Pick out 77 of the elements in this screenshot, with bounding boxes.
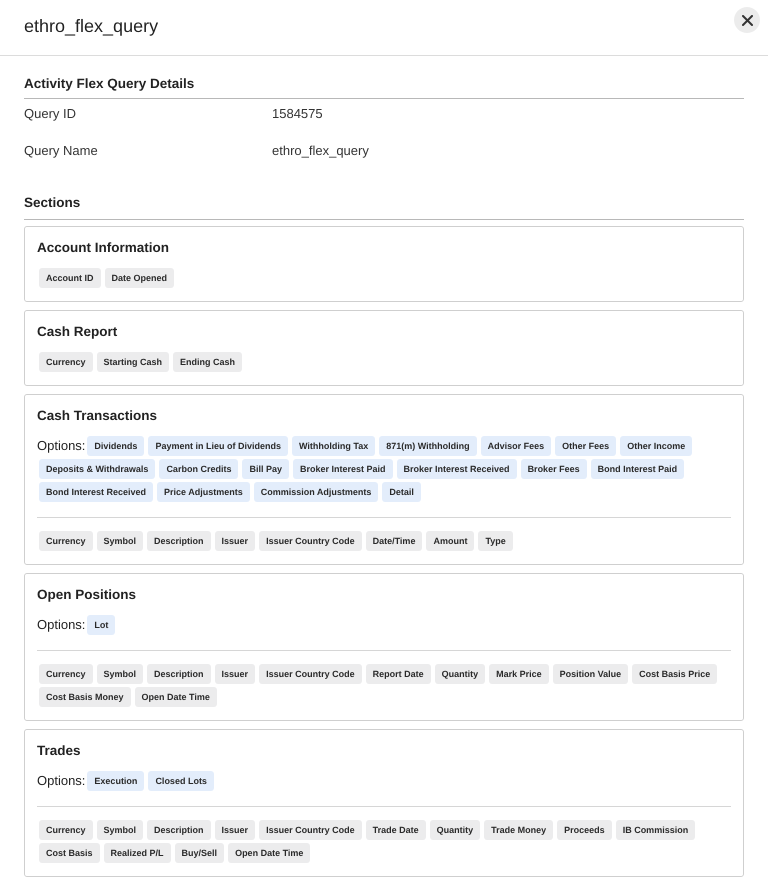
field-label: Query ID	[24, 106, 78, 120]
field-tag: Currency	[39, 664, 93, 684]
field-tag: Cost Basis Price	[632, 664, 718, 684]
field-tag: Open Date Time	[134, 687, 217, 707]
field-tag: Description	[147, 820, 211, 840]
field-tag: Open Date Time	[228, 843, 310, 863]
option-tag: Dividends	[87, 436, 144, 456]
field-tag: Report Date	[366, 664, 431, 684]
field-tag: Proceeds	[557, 820, 612, 840]
field-tag: Issuer Country Code	[259, 531, 362, 551]
card-title: Cash Transactions	[37, 407, 158, 425]
field-tag: Issuer	[214, 820, 256, 840]
field-tag: Position Value	[552, 664, 628, 684]
option-tag: Other Fees	[555, 436, 616, 456]
field-tag: Issuer Country Code	[259, 664, 362, 684]
option-tag: Bond Interest Paid	[590, 459, 684, 479]
card-title: Account Information	[37, 239, 170, 257]
options-label: Options:	[37, 616, 86, 634]
field-value: ethro_flex_query	[272, 142, 369, 158]
field-tag: Trade Date	[366, 820, 426, 840]
field-tag: Starting Cash	[96, 352, 170, 372]
card-title: Open Positions	[37, 586, 138, 604]
card-title: Trades	[37, 742, 82, 760]
option-tag: Carbon Credits	[159, 459, 238, 479]
option-tag: Bond Interest Received	[39, 482, 154, 502]
option-tag: Other Income	[620, 436, 692, 456]
field-tag: Currency	[39, 531, 93, 551]
option-tag: Closed Lots	[148, 771, 214, 791]
option-tag: Price Adjustments	[157, 482, 250, 502]
field-tag: Cost Basis	[39, 843, 100, 863]
field-tag: Trade Money	[484, 820, 554, 840]
field-tag: Realized P/L	[104, 843, 171, 863]
field-tag: Account ID	[39, 268, 101, 288]
close-button[interactable]	[734, 7, 760, 33]
field-tag: Mark Price	[489, 664, 549, 684]
field-tag: Buy/Sell	[174, 843, 224, 863]
field-tag: Quantity	[434, 664, 486, 684]
field-tag: Symbol	[96, 531, 144, 551]
field-value: 1584575	[272, 106, 323, 120]
option-tag: 871(m) Withholding	[379, 436, 477, 456]
field-tag: Date/Time	[366, 531, 422, 551]
option-tag: Detail	[382, 482, 421, 502]
field-tag: Currency	[39, 820, 93, 840]
option-tag: Bill Pay	[242, 459, 289, 479]
field-tag: Type	[478, 531, 513, 551]
options-label: Options:	[37, 772, 86, 790]
field-tag: Issuer	[214, 531, 256, 551]
option-tag: Execution	[87, 771, 144, 791]
field-tag: Date Opened	[104, 268, 174, 288]
options-label: Options:	[37, 437, 86, 455]
option-tag: Broker Interest Paid	[292, 459, 392, 479]
field-tag: Cost Basis Money	[39, 687, 131, 707]
card-title: Cash Report	[37, 323, 118, 341]
option-tag: Deposits & Withdrawals	[39, 459, 156, 479]
option-tag: Payment in Lieu of Dividends	[148, 436, 288, 456]
field-tag: Issuer Country Code	[259, 820, 362, 840]
dialog-title: ethro_flex_query	[24, 15, 158, 38]
field-tag: Amount	[426, 531, 474, 551]
field-tag: Ending Cash	[173, 352, 242, 372]
field-tag: IB Commission	[616, 820, 696, 840]
close-icon	[742, 14, 752, 26]
section-heading: Activity Flex Query Details	[24, 74, 744, 99]
option-tag: Withholding Tax	[292, 436, 376, 456]
option-tag: Broker Fees	[520, 459, 587, 479]
field-tag: Symbol	[96, 664, 144, 684]
option-tag: Lot	[87, 615, 116, 635]
option-tag: Broker Interest Received	[396, 459, 517, 479]
option-tag: Commission Adjustments	[254, 482, 378, 502]
section-heading: Sections	[24, 193, 744, 220]
field-tag: Quantity	[430, 820, 480, 840]
field-tag: Issuer	[214, 664, 256, 684]
field-tag: Description	[147, 664, 211, 684]
field-tag: Currency	[39, 352, 93, 372]
field-label: Query Name	[24, 142, 99, 158]
field-tag: Symbol	[96, 820, 144, 840]
option-tag: Advisor Fees	[480, 436, 552, 456]
field-tag: Description	[147, 531, 211, 551]
